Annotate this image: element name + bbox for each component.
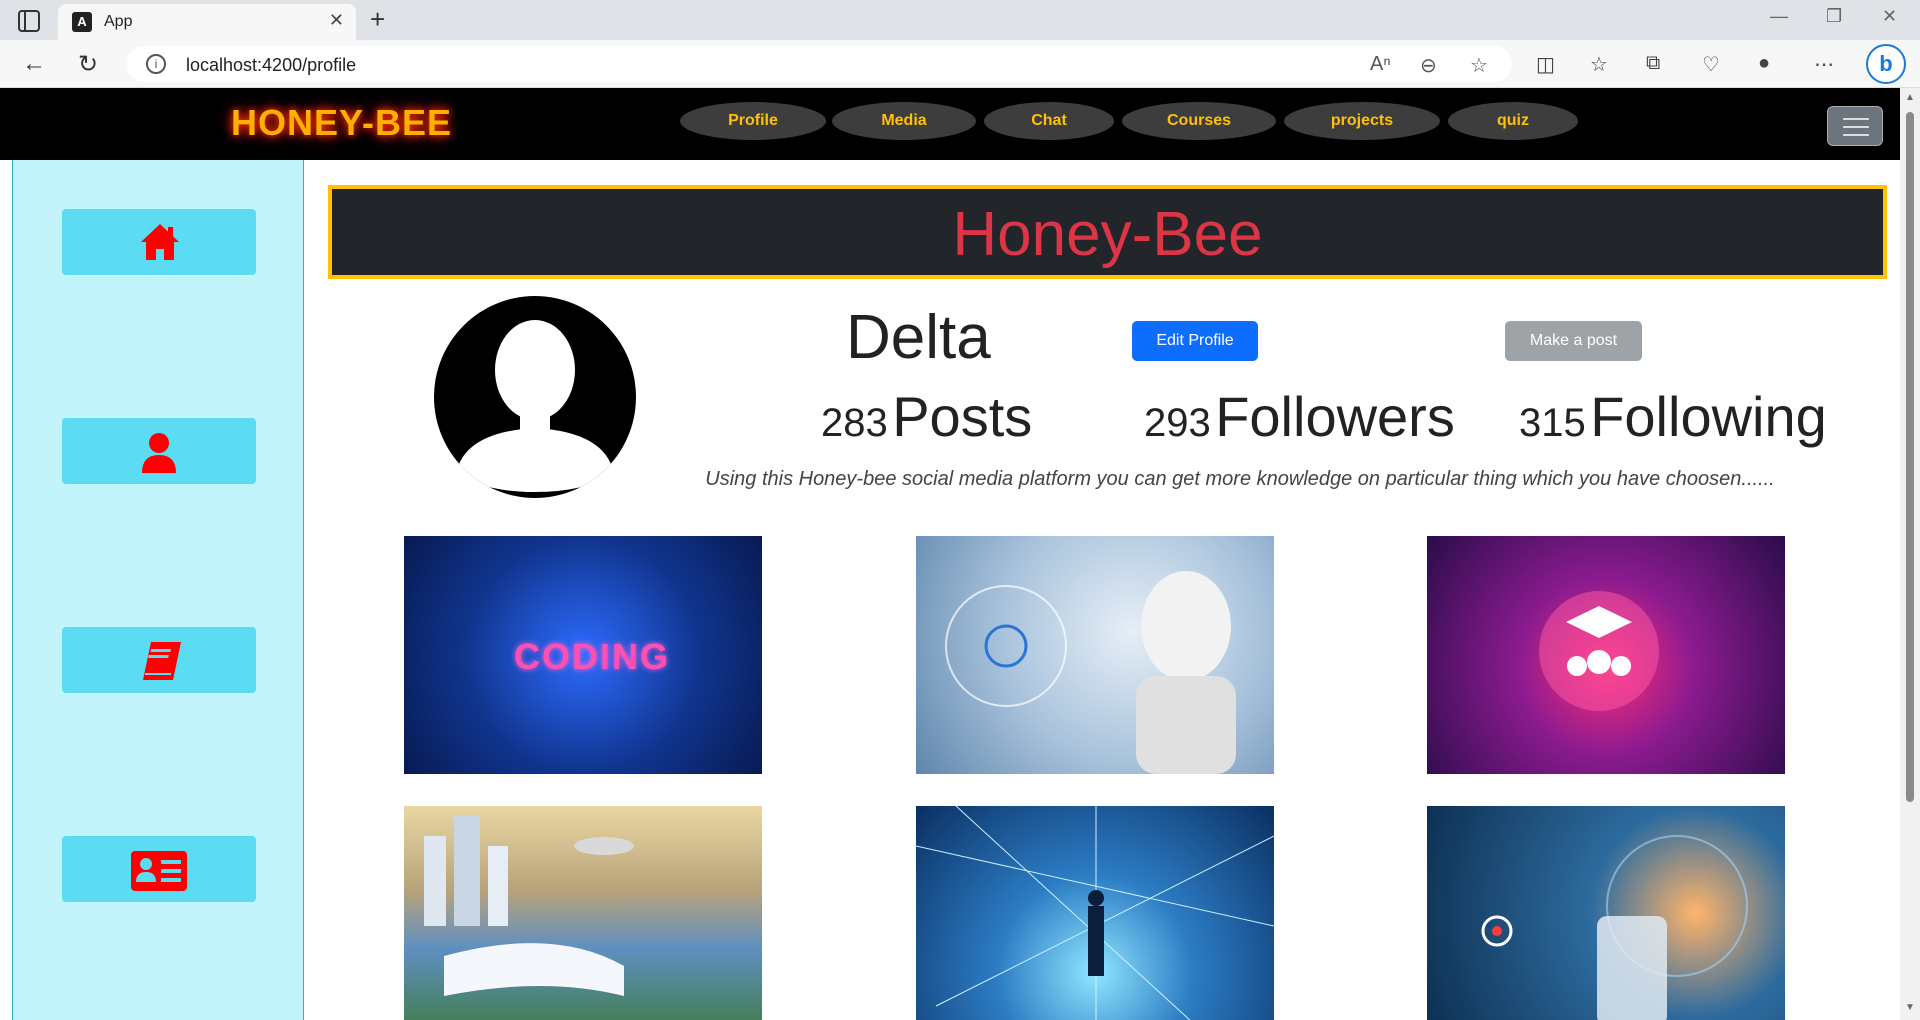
split-screen-icon[interactable]: ◫ — [1536, 52, 1555, 77]
tab-title: App — [104, 13, 133, 30]
post-image-coding[interactable]: CODING — [404, 536, 762, 774]
tile-coding-text: CODING — [514, 636, 670, 677]
profile-banner: Honey-Bee — [328, 185, 1887, 279]
scrollbar-thumb[interactable] — [1906, 112, 1914, 802]
following-label: Following — [1590, 385, 1827, 448]
angular-favicon-icon: A — [72, 12, 92, 32]
robot-illustration-icon — [945, 571, 1236, 774]
user-icon — [142, 433, 176, 473]
profile-username: Delta — [846, 303, 991, 372]
edit-profile-button[interactable]: Edit Profile — [1132, 321, 1258, 361]
restore-icon[interactable]: ❐ — [1826, 6, 1842, 27]
followers-stat[interactable]: 293 Followers — [1144, 384, 1455, 449]
sidebar-home-button[interactable] — [62, 209, 256, 275]
nav-item-chat[interactable]: Chat — [984, 102, 1114, 140]
back-icon[interactable]: ← — [22, 50, 46, 78]
new-tab-icon[interactable]: + — [370, 4, 385, 35]
sidebar — [12, 160, 304, 1020]
nav-item-media[interactable]: Media — [832, 102, 976, 140]
hamburger-icon — [1843, 118, 1869, 120]
info-icon[interactable]: i — [146, 54, 166, 74]
browser-tab-bar: A App ✕ + — ❐ ✕ — [0, 0, 1920, 40]
future-city-icon — [424, 816, 634, 996]
nav-item-quiz[interactable]: quiz — [1448, 102, 1578, 140]
navbar-toggler-button[interactable] — [1827, 106, 1883, 146]
home-icon — [141, 224, 179, 260]
nav-item-courses[interactable]: Courses — [1122, 102, 1276, 140]
hamburger-line — [1843, 134, 1869, 136]
post-image-future-city[interactable] — [404, 806, 762, 1020]
bing-icon[interactable]: b — [1866, 44, 1906, 84]
post-image-network-city[interactable] — [916, 806, 1274, 1020]
favorites-icon[interactable]: ☆ — [1590, 52, 1608, 77]
profile-icon[interactable]: ● — [1758, 52, 1770, 75]
nav-item-projects[interactable]: projects — [1284, 102, 1440, 140]
browser-essentials-icon[interactable]: ♡ — [1702, 52, 1720, 77]
make-post-button[interactable]: Make a post — [1505, 321, 1642, 361]
posts-stat[interactable]: 283 Posts — [821, 384, 1032, 449]
digital-hand-icon — [1481, 835, 1748, 1020]
browser-tab[interactable]: A App ✕ — [58, 4, 356, 40]
sidebar-courses-button[interactable] — [62, 627, 256, 693]
url-field[interactable]: i localhost:4200/profile A͏ⁿ ⊖ ☆ — [126, 46, 1512, 82]
scroll-up-icon[interactable]: ▲ — [1905, 92, 1915, 103]
more-icon[interactable]: ⋯ — [1814, 52, 1834, 77]
post-image-robot[interactable] — [916, 536, 1274, 774]
followers-label: Followers — [1215, 385, 1455, 448]
education-network-icon — [1539, 591, 1659, 711]
network-city-icon — [916, 806, 1274, 1020]
scroll-down-icon[interactable]: ▼ — [1905, 1002, 1915, 1013]
book-icon — [143, 642, 181, 680]
page-content: HONEY-BEE Profile Media Chat Courses pro… — [0, 88, 1900, 1020]
page-scrollbar[interactable]: ▲ ▼ — [1900, 88, 1920, 1020]
following-count: 315 — [1519, 401, 1586, 445]
sidebar-user-button[interactable] — [62, 418, 256, 484]
minimize-icon[interactable]: — — [1770, 6, 1788, 27]
address-bar: ← ↻ i localhost:4200/profile A͏ⁿ ⊖ ☆ ◫ ☆… — [0, 40, 1920, 88]
brand-logo[interactable]: HONEY-BEE — [231, 102, 452, 144]
collections-icon[interactable]: ⧉ — [1646, 52, 1660, 75]
read-aloud-icon[interactable]: A͏ⁿ — [1370, 53, 1391, 76]
close-window-icon[interactable]: ✕ — [1882, 6, 1897, 27]
zoom-out-icon[interactable]: ⊖ — [1420, 53, 1437, 78]
nav-item-profile[interactable]: Profile — [680, 102, 826, 140]
top-navbar: HONEY-BEE Profile Media Chat Courses pro… — [0, 88, 1900, 160]
followers-count: 293 — [1144, 401, 1211, 445]
profile-bio: Using this Honey-bee social media platfo… — [705, 468, 1775, 490]
url-text[interactable]: localhost:4200/profile — [186, 55, 356, 76]
post-image-digital-hand[interactable] — [1427, 806, 1785, 1020]
posts-count: 283 — [821, 401, 888, 445]
contact-card-icon — [131, 851, 187, 891]
sidebar-icon[interactable] — [18, 10, 40, 32]
banner-title: Honey-Bee — [952, 200, 1263, 269]
favorite-star-icon[interactable]: ☆ — [1470, 53, 1488, 78]
sidebar-contact-button[interactable] — [62, 836, 256, 902]
following-stat[interactable]: 315 Following — [1519, 384, 1827, 449]
close-tab-icon[interactable]: ✕ — [329, 10, 344, 31]
refresh-icon[interactable]: ↻ — [78, 50, 98, 79]
hamburger-line — [1843, 126, 1869, 128]
posts-label: Posts — [892, 385, 1033, 448]
post-image-education[interactable] — [1427, 536, 1785, 774]
